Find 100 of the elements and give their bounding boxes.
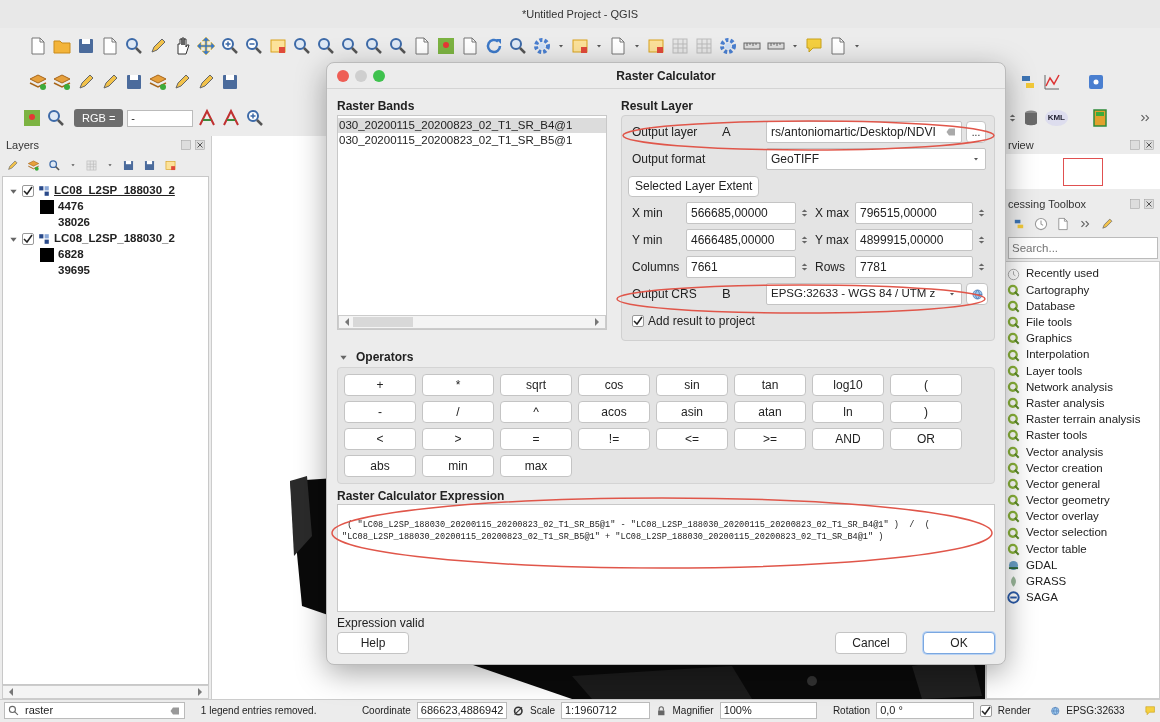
checkbox[interactable] bbox=[22, 185, 34, 197]
page-icon[interactable] bbox=[460, 36, 480, 56]
operator-button[interactable]: cos bbox=[578, 374, 650, 396]
lock-icon[interactable] bbox=[655, 704, 667, 717]
number-field[interactable]: 796515,00000 bbox=[855, 202, 973, 224]
operator-button[interactable]: tan bbox=[734, 374, 806, 396]
close-icon[interactable] bbox=[1144, 140, 1154, 150]
coordinate-field[interactable]: 686623,4886942 bbox=[416, 702, 508, 719]
extent-button[interactable]: Selected Layer Extent bbox=[628, 175, 760, 197]
toolbox-group[interactable]: SAGA bbox=[1026, 589, 1058, 607]
number-field[interactable]: 7781 bbox=[855, 256, 973, 278]
layers-icon[interactable] bbox=[52, 72, 72, 92]
magnifier-icon[interactable] bbox=[388, 36, 408, 56]
operator-button[interactable]: max bbox=[500, 455, 572, 477]
magnifier-icon[interactable] bbox=[508, 36, 528, 56]
crs-button[interactable]: EPSG:32633 bbox=[1066, 703, 1125, 718]
toolbox-group[interactable]: Recently used bbox=[1026, 265, 1099, 283]
band-item[interactable]: 030_20200115_20200823_02_T1_SR_B5@1 bbox=[338, 133, 606, 148]
clear-icon[interactable] bbox=[169, 705, 182, 716]
pencil-icon[interactable] bbox=[148, 36, 168, 56]
operator-button[interactable]: asin bbox=[656, 401, 728, 423]
coordinate-toggle-icon[interactable] bbox=[513, 704, 524, 717]
style-combo[interactable]: RGB = bbox=[74, 108, 124, 128]
close-icon[interactable] bbox=[1144, 199, 1154, 209]
page-icon[interactable] bbox=[28, 36, 48, 56]
page-icon[interactable] bbox=[100, 36, 120, 56]
toolbox-group[interactable]: Vector table bbox=[1026, 540, 1087, 558]
search-field[interactable]: raster bbox=[4, 702, 186, 719]
pencil-icon[interactable] bbox=[196, 72, 216, 92]
output-layer-field[interactable]: rs/antoniomartic/Desktop/NDVI bbox=[766, 121, 962, 143]
gear-icon[interactable] bbox=[532, 36, 552, 56]
operator-button[interactable]: / bbox=[422, 401, 494, 423]
toolbox-group[interactable]: Vector selection bbox=[1026, 524, 1108, 542]
toolbox-group[interactable]: Database bbox=[1026, 297, 1076, 316]
kml-icon[interactable]: KML bbox=[1044, 110, 1068, 126]
pencil-icon[interactable] bbox=[172, 72, 192, 92]
layer-name[interactable]: LC08_L2SP_188030_2 bbox=[54, 182, 175, 200]
operator-button[interactable]: sin bbox=[656, 374, 728, 396]
magnifier-field[interactable]: 100% bbox=[719, 702, 818, 719]
rotation-field[interactable]: 0,0 ° bbox=[876, 702, 974, 719]
map-pin-icon[interactable] bbox=[436, 36, 456, 56]
caret-icon[interactable] bbox=[69, 161, 77, 169]
arch-icon[interactable] bbox=[221, 108, 242, 128]
gear-icon[interactable] bbox=[718, 36, 738, 56]
toolbox-group[interactable]: Vector analysis bbox=[1026, 443, 1104, 461]
search-field[interactable]: Search... bbox=[1008, 237, 1158, 259]
logo-icon[interactable] bbox=[1012, 217, 1026, 231]
magnifier-icon[interactable] bbox=[46, 108, 66, 128]
band-combo[interactable]: - bbox=[127, 109, 194, 127]
calculator-icon[interactable] bbox=[1090, 108, 1110, 128]
scrollbar-thumb[interactable] bbox=[353, 317, 413, 327]
layers-icon[interactable] bbox=[28, 72, 48, 92]
pencil-icon[interactable] bbox=[100, 72, 120, 92]
crs-combo[interactable]: EPSG:32633 - WGS 84 / UTM z bbox=[766, 283, 962, 305]
page-icon[interactable] bbox=[1056, 217, 1070, 231]
selection-icon[interactable] bbox=[646, 36, 666, 56]
band-item[interactable]: 030_20200115_20200823_02_T1_SR_B4@1 bbox=[338, 118, 606, 133]
toolbox-group[interactable]: Vector geometry bbox=[1026, 492, 1110, 510]
operator-button[interactable]: log10 bbox=[812, 374, 884, 396]
layers-icon[interactable] bbox=[148, 72, 168, 92]
pencil-icon[interactable] bbox=[6, 158, 19, 172]
caret-icon[interactable] bbox=[106, 161, 114, 169]
refresh-icon[interactable] bbox=[484, 36, 504, 56]
number-field[interactable]: 4666485,00000 bbox=[686, 229, 796, 251]
pencil-icon[interactable] bbox=[76, 72, 96, 92]
toolbox-group[interactable]: Vector creation bbox=[1026, 459, 1103, 477]
page-icon[interactable] bbox=[608, 36, 628, 56]
operator-button[interactable]: min bbox=[422, 455, 494, 477]
toolbox-group[interactable]: GDAL bbox=[1026, 556, 1058, 575]
selection-icon[interactable] bbox=[164, 158, 177, 172]
scale-combo[interactable]: 1:1960712 bbox=[561, 702, 650, 719]
operator-button[interactable]: AND bbox=[812, 428, 884, 450]
operator-button[interactable]: * bbox=[422, 374, 494, 396]
close-button[interactable] bbox=[337, 69, 349, 82]
operator-button[interactable]: atan bbox=[734, 401, 806, 423]
toolbox-group[interactable]: Raster terrain analysis bbox=[1026, 411, 1141, 429]
ok-button[interactable]: OK bbox=[923, 632, 995, 654]
operator-button[interactable]: ^ bbox=[500, 401, 572, 423]
operator-button[interactable]: ( bbox=[890, 374, 962, 396]
operator-button[interactable]: = bbox=[500, 428, 572, 450]
help-button[interactable]: Help bbox=[337, 632, 409, 654]
operator-button[interactable]: ln bbox=[812, 401, 884, 423]
toolbox-group[interactable]: Cartography bbox=[1026, 281, 1090, 299]
operator-button[interactable]: OR bbox=[890, 428, 962, 450]
number-field[interactable]: 7661 bbox=[686, 256, 796, 278]
selection-icon[interactable] bbox=[570, 36, 590, 56]
number-field[interactable]: 566685,00000 bbox=[686, 202, 796, 224]
close-icon[interactable] bbox=[195, 140, 205, 150]
toolbox-group[interactable]: Raster tools bbox=[1026, 427, 1088, 445]
operator-button[interactable]: != bbox=[578, 428, 650, 450]
arch-icon[interactable] bbox=[197, 108, 218, 128]
map-pin-icon[interactable] bbox=[22, 108, 42, 128]
checkbox[interactable] bbox=[632, 315, 644, 327]
magnifier-icon[interactable] bbox=[316, 36, 336, 56]
operator-button[interactable]: + bbox=[344, 374, 416, 396]
selection-icon[interactable] bbox=[268, 36, 288, 56]
toolbox-group[interactable]: Graphics bbox=[1026, 330, 1073, 348]
toolbox-group[interactable]: Vector general bbox=[1026, 475, 1101, 494]
cancel-button[interactable]: Cancel bbox=[835, 632, 907, 654]
toolbox-group[interactable]: Interpolation bbox=[1026, 346, 1090, 364]
